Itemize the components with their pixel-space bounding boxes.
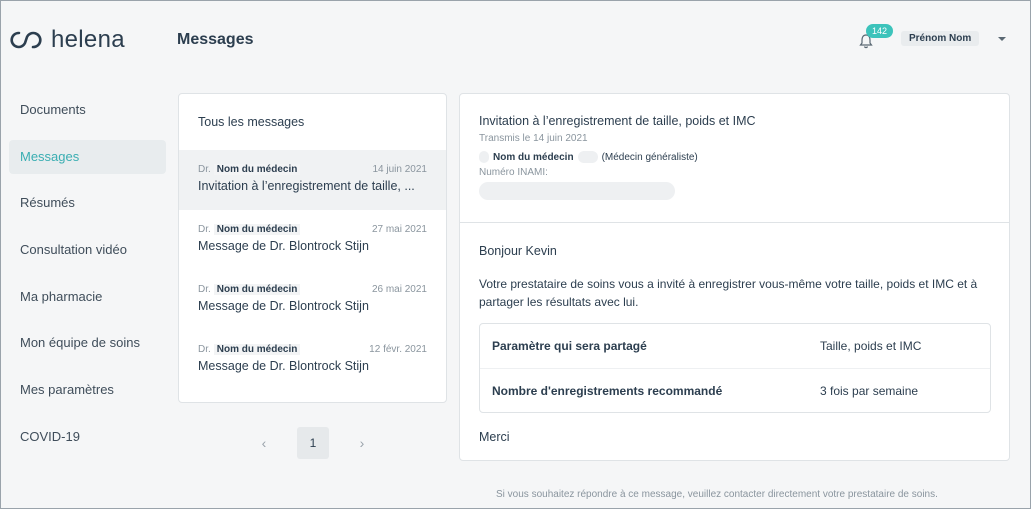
message-title: Message de Dr. Blontrock Stijn [198,299,369,313]
pagination: ‹ 1 › [249,427,377,459]
app-name: helena [51,26,125,53]
page-number-button[interactable]: 1 [297,427,329,459]
message-body-text: Votre prestataire de soins vous a invité… [479,277,978,309]
doctor-prefix: Dr. [198,344,211,355]
param-value: Taille, poids et IMC [820,339,922,353]
message-detail-header: Invitation à l’enregistrement de taille,… [460,94,1009,223]
table-row: Paramètre qui sera partagé Taille, poids… [480,324,990,368]
next-page-button[interactable]: › [347,435,377,451]
param-label: Paramètre qui sera partagé [492,339,647,353]
param-value: 3 fois par semaine [820,383,919,398]
message-detail-body: Bonjour Kevin Votre prestataire de soins… [460,223,1009,444]
message-date: 14 juin 2021 [372,164,428,175]
redacted-block [577,151,598,163]
doctor-name: Nom du médecin [213,344,301,355]
notification-badge: 142 [866,24,894,38]
doctor-prefix: Dr. [198,224,211,235]
message-title: Message de Dr. Blontrock Stijn [198,359,369,373]
table-row: Nombre d'enregistrements recommandé 3 fo… [480,368,990,412]
redacted-block [479,182,675,200]
doctor-name: Nom du médecin [493,151,574,163]
top-bar: helena Messages 142 Prénom Nom [1,1,1030,79]
user-menu[interactable]: Prénom Nom [901,31,980,46]
doctor-name: Nom du médecin [213,224,301,235]
sidebar-item-messages[interactable]: Messages [9,139,166,174]
sidebar-item-documents[interactable]: Documents [9,93,166,127]
message-date: 27 mai 2021 [371,224,427,235]
sidebar-item-settings[interactable]: Mes paramètres [9,373,166,407]
redacted-block [479,151,489,163]
sidebar-item-resumes[interactable]: Résumés [9,186,166,220]
message-sent-date: Transmis le 14 juin 2021 [479,133,588,144]
message-title: Invitation à l’enregistrement de taille,… [198,179,415,193]
sidebar-item-video-consultation[interactable]: Consultation vidéo [9,233,166,267]
message-list-item[interactable]: Dr. Nom du médecin 27 mai 2021 Message de… [179,210,446,270]
message-list-heading: Tous les messages [198,115,305,129]
message-detail-panel: Invitation à l’enregistrement de taille,… [459,93,1010,461]
sidebar-item-pharmacy[interactable]: Ma pharmacie [9,280,166,314]
sidebar-item-care-team[interactable]: Mon équipe de soins [9,326,166,360]
doctor-prefix: Dr. [198,284,211,295]
prev-page-button[interactable]: ‹ [249,435,279,451]
doctor-name: Nom du médecin [213,284,301,295]
message-list-item[interactable]: Dr. Nom du médecin 26 mai 2021 Message de… [179,270,446,330]
page-title: Messages [177,31,254,48]
greeting: Bonjour Kevin [479,244,557,258]
sidebar: Documents Messages Résumés Consultation … [9,93,166,467]
doctor-prefix: Dr. [198,164,211,175]
message-date: 26 mai 2021 [371,284,427,295]
param-label: Nombre d'enregistrements recommandé [492,383,723,398]
message-list-panel: Tous les messages Dr. Nom du médecin 14 j… [178,93,447,403]
logo[interactable]: helena [9,26,125,54]
inami-label: Numéro INAMI: [479,167,548,178]
helena-logo-icon [10,31,42,49]
chevron-down-icon[interactable] [997,36,1007,42]
message-date: 12 févr. 2021 [369,344,427,355]
message-detail-title: Invitation à l’enregistrement de taille,… [479,114,756,128]
closing-text: Merci [479,430,510,444]
sidebar-item-covid[interactable]: COVID-19 [9,420,166,454]
parameter-table: Paramètre qui sera partagé Taille, poids… [479,323,991,413]
message-list-item[interactable]: Dr. Nom du médecin 12 févr. 2021 Message … [179,330,446,390]
message-list-item[interactable]: Dr. Nom du médecin 14 juin 2021 Invitatio… [179,150,446,210]
doctor-role: (Médecin généraliste) [601,151,698,163]
message-title: Message de Dr. Blontrock Stijn [198,239,369,253]
doctor-name: Nom du médecin [213,164,301,175]
footer-note: Si vous souhaitez répondre à ce message,… [496,489,938,500]
